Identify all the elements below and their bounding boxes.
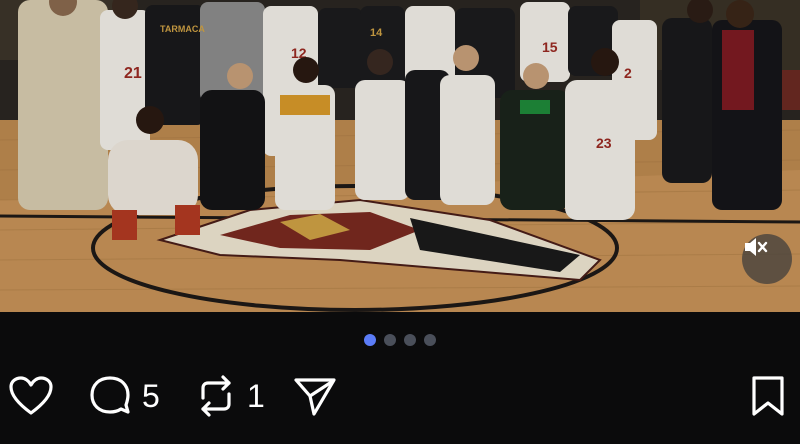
repost-button[interactable]: 1 [195, 366, 265, 426]
comment-bubble-icon [90, 376, 130, 414]
comment-button[interactable]: 5 [88, 366, 160, 426]
team-photo-image: 21 12 14 15 2 TARMACA 23 [0, 0, 800, 312]
speaker-muted-icon [745, 238, 768, 256]
carousel-dot[interactable] [424, 334, 436, 346]
mute-toggle-button[interactable] [742, 234, 792, 284]
carousel-dot[interactable] [404, 334, 416, 346]
comment-count: 5 [142, 378, 160, 414]
carousel-indicator [0, 334, 800, 348]
repost-count: 1 [247, 378, 265, 414]
like-button[interactable] [8, 366, 54, 426]
bookmark-icon [752, 376, 784, 416]
repost-arrows-icon [201, 375, 231, 417]
carousel-dot[interactable] [384, 334, 396, 346]
bookmark-button[interactable] [748, 366, 788, 426]
post-action-bar: 5 1 [0, 366, 800, 426]
carousel-dot-active[interactable] [364, 334, 376, 346]
paper-plane-icon [294, 378, 336, 416]
share-button[interactable] [292, 366, 338, 426]
heart-icon [9, 376, 53, 415]
post-photo[interactable]: 21 12 14 15 2 TARMACA 23 [0, 0, 800, 312]
